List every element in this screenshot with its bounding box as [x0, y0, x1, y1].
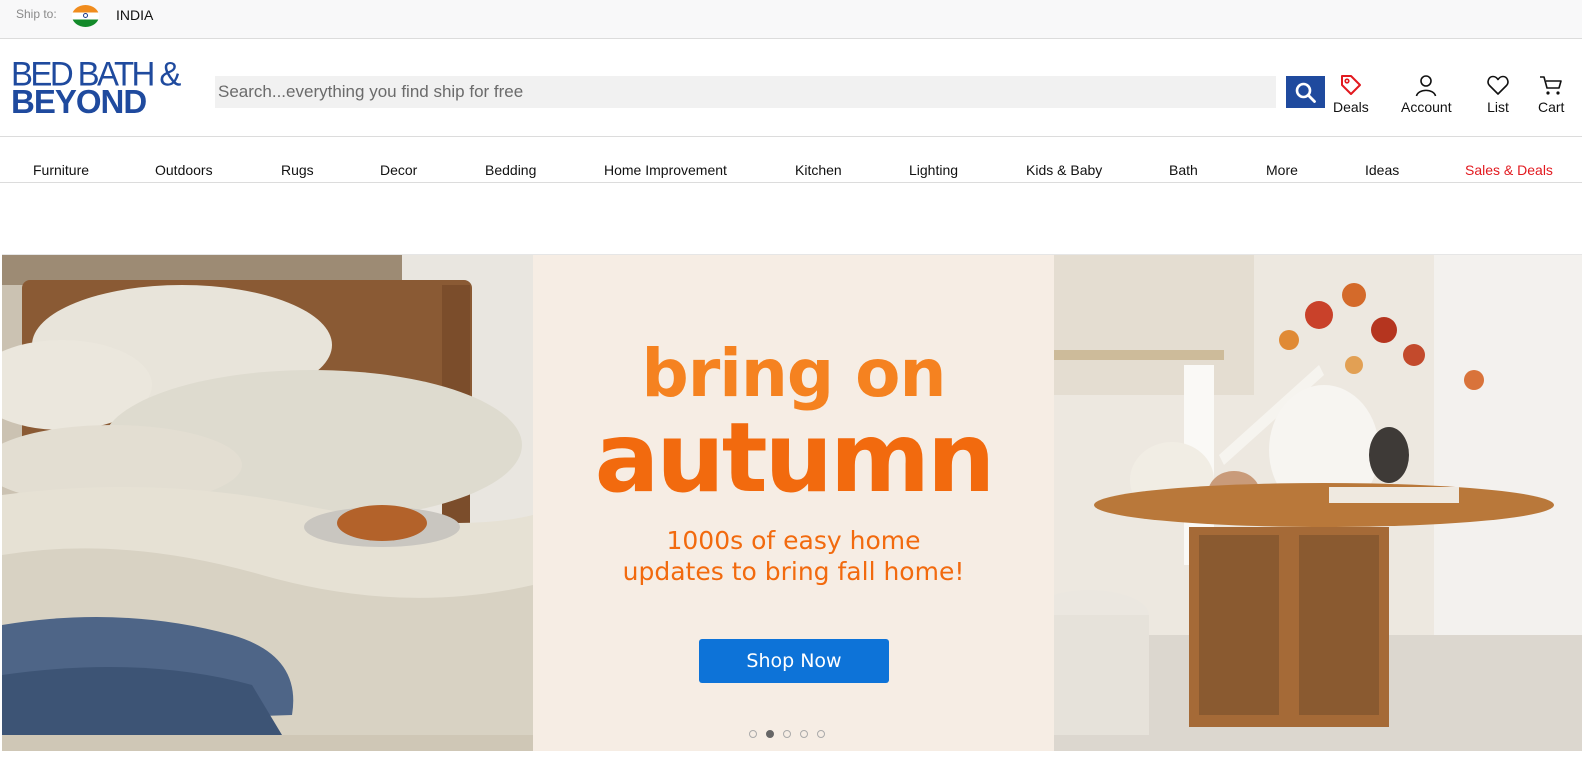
- india-flag-icon[interactable]: [72, 5, 99, 27]
- list-link[interactable]: List: [1486, 73, 1510, 115]
- category-nav: Furniture Outdoors Rugs Decor Bedding Ho…: [0, 137, 1582, 183]
- carousel-dot-active[interactable]: [766, 730, 774, 738]
- nav-item-lighting[interactable]: Lighting: [909, 162, 958, 178]
- deals-label: Deals: [1333, 99, 1369, 115]
- hero-subline-line2: updates to bring fall home!: [622, 557, 965, 586]
- nav-item-sales-deals[interactable]: Sales & Deals: [1465, 162, 1553, 178]
- user-icon: [1416, 75, 1437, 97]
- nav-item-decor[interactable]: Decor: [380, 162, 417, 178]
- carousel-dot[interactable]: [800, 730, 808, 738]
- nav-item-bath[interactable]: Bath: [1169, 162, 1198, 178]
- cart-label: Cart: [1538, 99, 1565, 115]
- account-label: Account: [1401, 99, 1452, 115]
- carousel-dot[interactable]: [783, 730, 791, 738]
- tag-icon: [1340, 75, 1361, 95]
- hero-bedroom-image: [2, 255, 533, 751]
- heart-icon: [1487, 75, 1509, 95]
- carousel-dot[interactable]: [749, 730, 757, 738]
- nav-item-home-improvement[interactable]: Home Improvement: [604, 162, 727, 178]
- nav-item-more[interactable]: More: [1266, 162, 1298, 178]
- hero-headline-line2: autumn: [594, 402, 996, 514]
- search-button[interactable]: [1286, 76, 1325, 108]
- hero-banner[interactable]: bring on autumn 1000s of easy home updat…: [2, 254, 1582, 751]
- hero-subline: 1000s of easy home updates to bring fall…: [533, 525, 1054, 587]
- site-header: BED BATH & BEYOND Deals Account List: [0, 39, 1582, 137]
- carousel-dots: [749, 725, 834, 738]
- ship-to-label: Ship to:: [16, 7, 57, 21]
- cart-link[interactable]: Cart: [1538, 73, 1564, 115]
- nav-item-rugs[interactable]: Rugs: [281, 162, 314, 178]
- search-input[interactable]: [215, 76, 1276, 108]
- list-label: List: [1487, 99, 1509, 115]
- ship-to-bar: Ship to: INDIA: [0, 0, 1582, 39]
- nav-item-ideas[interactable]: Ideas: [1365, 162, 1399, 178]
- nav-item-kids-baby[interactable]: Kids & Baby: [1026, 162, 1102, 178]
- nav-item-kitchen[interactable]: Kitchen: [795, 162, 842, 178]
- hero-promo-panel: bring on autumn 1000s of easy home updat…: [533, 255, 1054, 751]
- search-icon: [1295, 82, 1316, 103]
- hero-living-room-image: [1054, 255, 1582, 751]
- deals-link[interactable]: Deals: [1333, 73, 1369, 115]
- ship-country[interactable]: INDIA: [116, 7, 153, 23]
- hero-subline-line1: 1000s of easy home: [666, 526, 921, 555]
- account-link[interactable]: Account: [1401, 73, 1452, 115]
- nav-item-furniture[interactable]: Furniture: [33, 162, 89, 178]
- cart-icon: [1540, 76, 1563, 95]
- search-box: [215, 76, 1276, 108]
- living-room-illustration: [1054, 255, 1582, 751]
- brand-logo[interactable]: BED BATH & BEYOND: [11, 56, 196, 120]
- bedroom-illustration: [2, 255, 533, 751]
- nav-item-bedding[interactable]: Bedding: [485, 162, 536, 178]
- hero-headline-line1: bring on: [641, 335, 947, 412]
- shop-now-button[interactable]: Shop Now: [699, 639, 889, 683]
- carousel-dot[interactable]: [817, 730, 825, 738]
- nav-item-outdoors[interactable]: Outdoors: [155, 162, 213, 178]
- page-bottom-strip: [0, 751, 1582, 781]
- logo-line2: BEYOND: [11, 83, 147, 120]
